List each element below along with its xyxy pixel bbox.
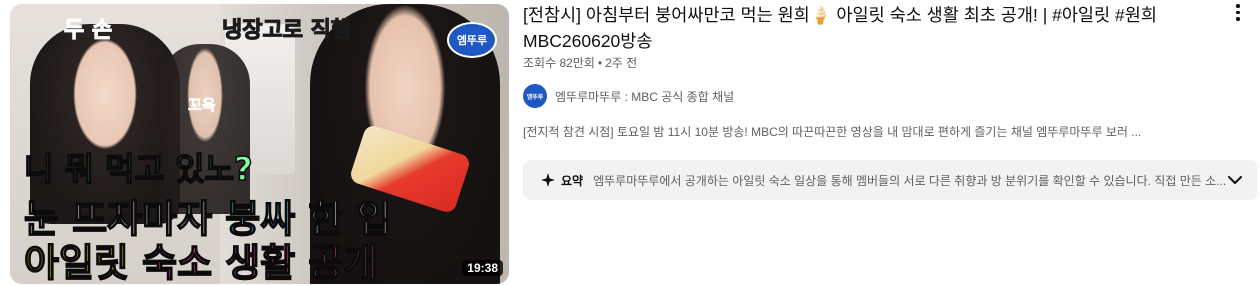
duration-badge: 19:38 (462, 260, 503, 276)
summary-text: 엠뚜루마뚜루에서 공개하는 아일릿 숙소 일상을 통해 멤버들의 서로 다른 취… (593, 173, 1227, 188)
thumbnail-caption-line1: 니 뭐 먹고 있노? (23, 149, 253, 189)
channel-name[interactable]: 엠뚜루마뚜루 : MBC 공식 종합 채널 (555, 88, 734, 105)
thumbnail-caption-line3: 아일릿 숙소 생활 공개 (23, 232, 379, 284)
chevron-down-icon[interactable] (1227, 172, 1243, 192)
thumbnail-caption-top-left: 두 손 (63, 18, 113, 44)
thumbnail-caption-line3-b: 숙소 생활 공개 (141, 240, 379, 284)
video-title[interactable]: [전참시] 아침부터 붕어싸만코 먹는 원희🍦 아일릿 숙소 생활 최초 공개!… (523, 2, 1203, 54)
video-metadata: 조회수 82만회 • 2주 전 (523, 54, 637, 71)
channel-link[interactable]: 엠뚜루 엠뚜루마뚜루 : MBC 공식 종합 채널 (523, 84, 734, 108)
thumbnail-caption-line3-a: 아일릿 (23, 240, 143, 284)
ai-summary-panel[interactable]: 요약 엠뚜루마뚜루에서 공개하는 아일릿 숙소 일상을 통해 멤버들의 서로 다… (523, 160, 1257, 200)
meta-separator: • (597, 56, 603, 70)
channel-logo-badge: 엠뚜루 (447, 22, 497, 58)
view-count: 조회수 82만회 (523, 56, 595, 70)
channel-avatar[interactable]: 엠뚜루 (523, 84, 547, 108)
sparkle-icon (541, 173, 555, 187)
video-result: 두 손 냉장고로 직행 꼬옥 니 뭐 먹고 있노? 눈 뜨자마자 붕싸 한 입 … (0, 0, 1260, 286)
video-thumbnail[interactable]: 두 손 냉장고로 직행 꼬옥 니 뭐 먹고 있노? 눈 뜨자마자 붕싸 한 입 … (10, 4, 509, 284)
upload-age: 2주 전 (605, 56, 638, 70)
thumbnail-caption-small: 꼬옥 (188, 96, 216, 115)
video-description-snippet: [전지적 참견 시점] 토요일 밤 11시 10분 방송! MBC의 따끈따끈한… (523, 125, 1142, 139)
summary-label: 요약 (561, 173, 584, 188)
more-vert-icon[interactable] (1234, 4, 1242, 24)
thumbnail-caption-top-right: 냉장고로 직행 (221, 18, 352, 44)
